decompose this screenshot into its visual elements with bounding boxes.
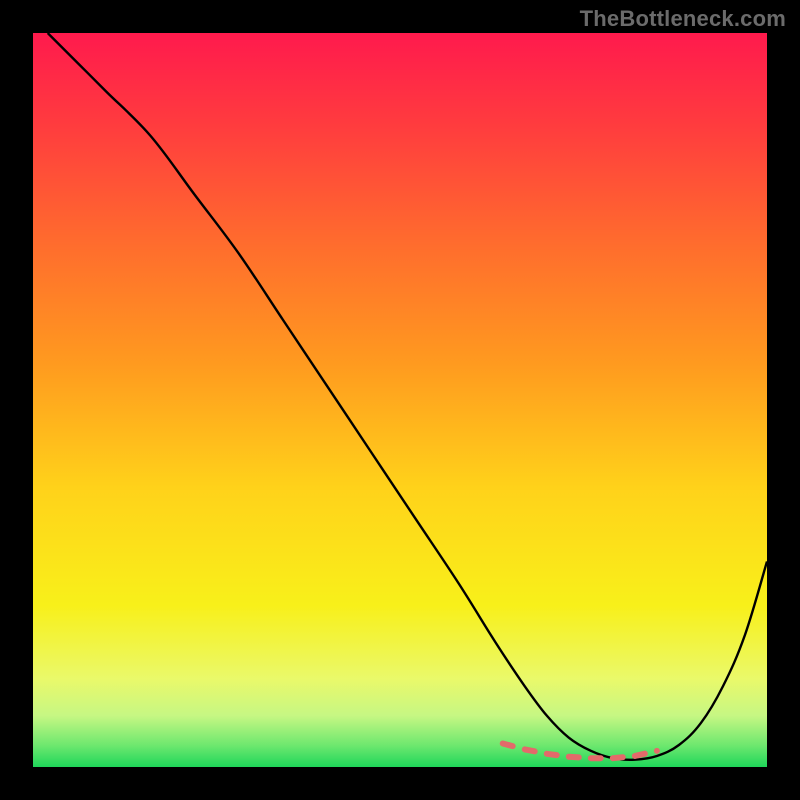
accent-dot <box>654 748 660 754</box>
plot-svg <box>33 33 767 767</box>
gradient-background <box>33 33 767 767</box>
accent-dot <box>569 757 579 758</box>
attribution-text: TheBottleneck.com <box>580 6 786 32</box>
accent-dot <box>503 744 513 747</box>
accent-dot <box>635 754 645 756</box>
chart-container: TheBottleneck.com <box>0 0 800 800</box>
plot-area <box>33 33 767 767</box>
accent-dot <box>547 754 557 755</box>
accent-dot <box>613 757 623 758</box>
accent-dot <box>525 749 535 751</box>
